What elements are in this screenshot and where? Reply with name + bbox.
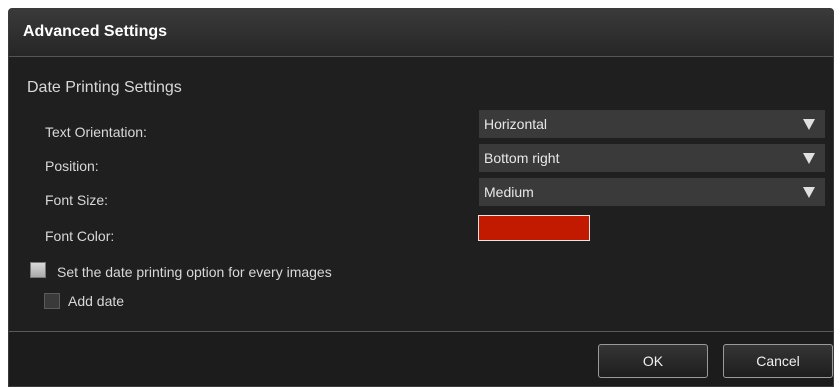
chevron-down-icon: [803, 153, 815, 164]
font-size-label: Font Size:: [45, 192, 109, 208]
every-images-label: Set the date printing option for every i…: [57, 264, 332, 280]
position-label: Position:: [45, 158, 99, 174]
position-dropdown[interactable]: Bottom right: [479, 144, 825, 172]
font-color-swatch[interactable]: [478, 215, 590, 241]
dialog-title: Advanced Settings: [23, 23, 168, 40]
position-value: Bottom right: [484, 150, 560, 166]
font-size-value: Medium: [484, 184, 534, 200]
add-date-label: Add date: [68, 293, 125, 309]
chevron-down-icon: [803, 119, 815, 130]
section-title: Date Printing Settings: [27, 79, 182, 96]
every-images-checkbox[interactable]: [30, 262, 46, 278]
chevron-down-icon: [803, 187, 815, 198]
text-orientation-dropdown[interactable]: Horizontal: [479, 110, 825, 138]
font-color-label: Font Color:: [45, 228, 115, 244]
font-size-dropdown[interactable]: Medium: [479, 178, 825, 206]
add-date-checkbox[interactable]: [44, 293, 60, 309]
title-bar: Advanced Settings: [9, 9, 833, 57]
text-orientation-value: Horizontal: [484, 116, 548, 132]
text-orientation-label: Text Orientation:: [45, 124, 147, 140]
dialog-footer: OK Cancel: [9, 331, 833, 386]
advanced-settings-dialog: Advanced Settings Date Printing Settings…: [8, 8, 834, 387]
cancel-button[interactable]: Cancel: [723, 344, 833, 378]
ok-button[interactable]: OK: [598, 344, 708, 378]
